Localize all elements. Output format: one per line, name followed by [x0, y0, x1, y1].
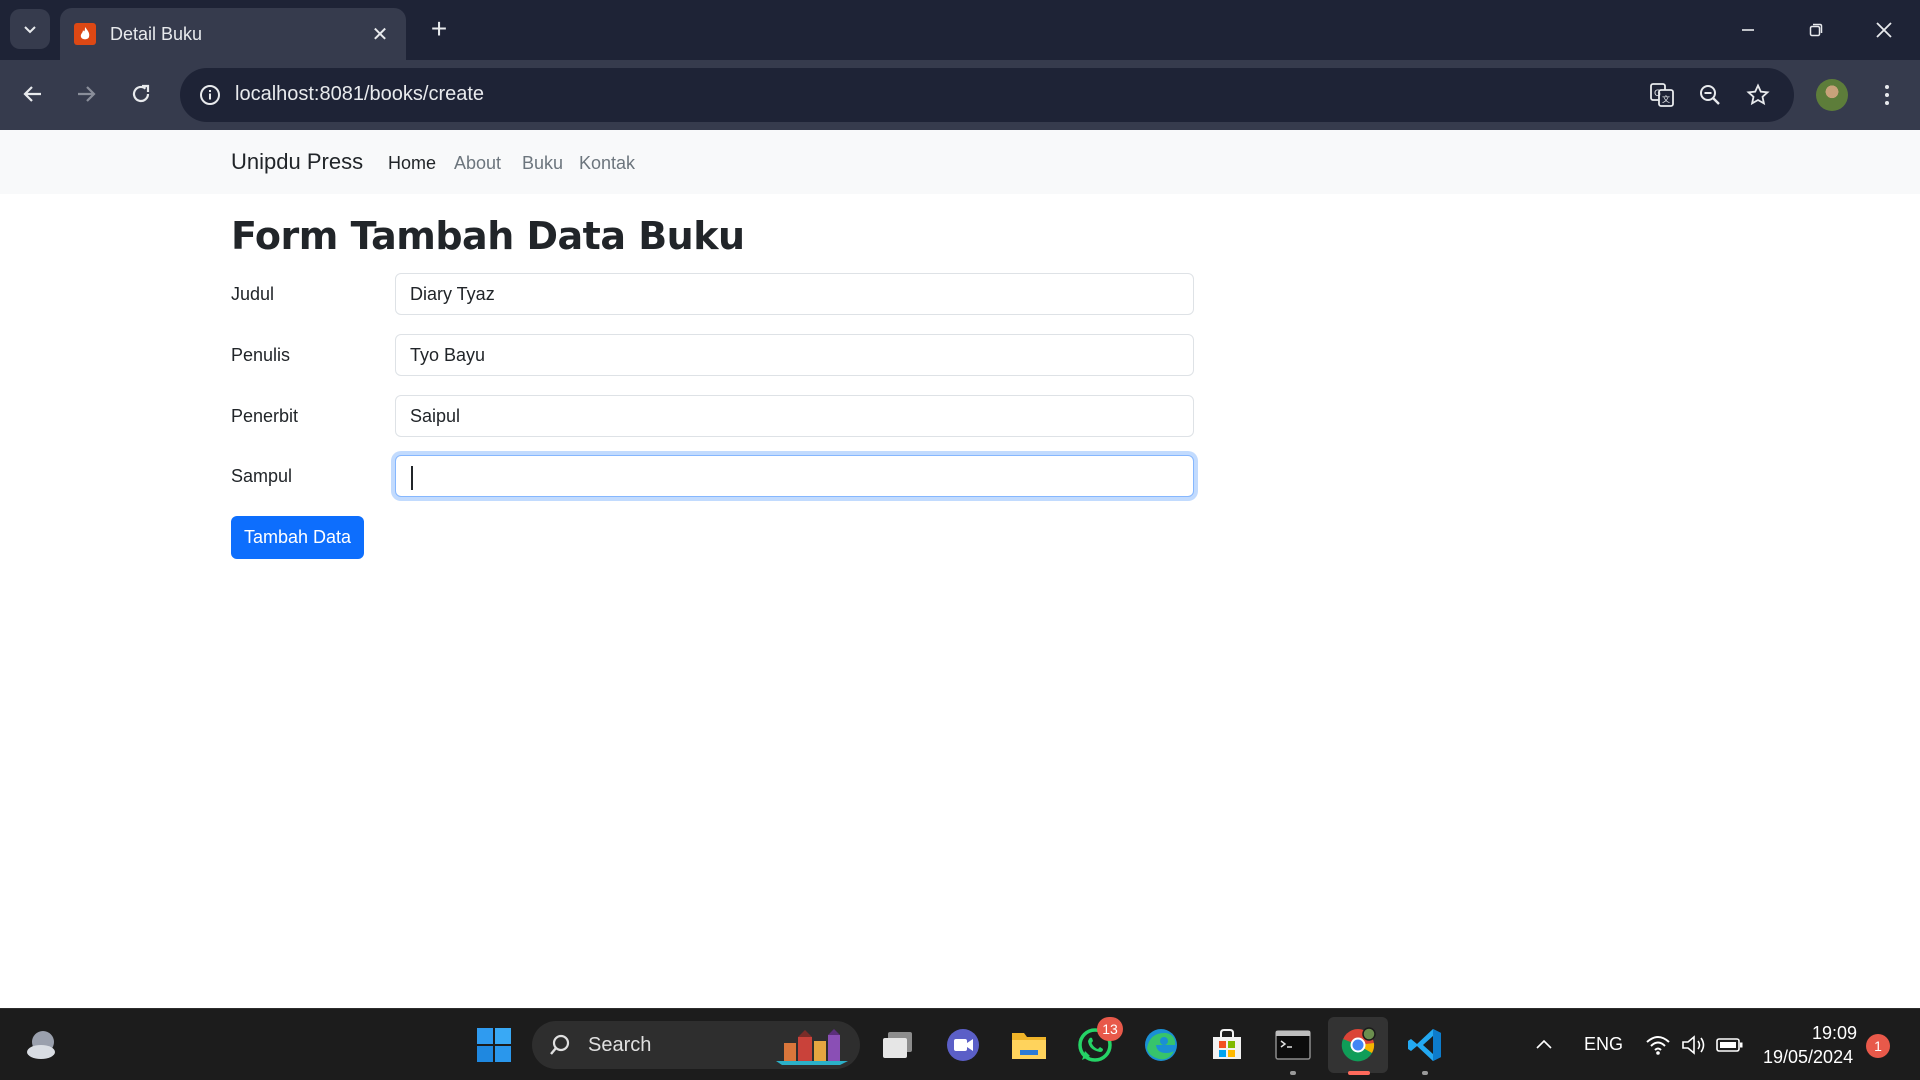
tab-search-button[interactable]: [10, 9, 50, 49]
browser-toolbar: localhost:8081/books/create G文: [0, 60, 1920, 130]
site-info-button[interactable]: [192, 77, 228, 113]
star-icon: [1746, 83, 1770, 106]
start-button[interactable]: [472, 1023, 516, 1067]
penerbit-input[interactable]: [395, 395, 1194, 437]
vscode-icon: [1408, 1029, 1441, 1061]
chrome-button[interactable]: [1328, 1017, 1388, 1073]
microsoft-store-button[interactable]: [1205, 1023, 1249, 1067]
zoom-button[interactable]: [1695, 80, 1725, 110]
clock-date[interactable]: 19/05/2024: [1763, 1047, 1853, 1068]
battery-icon: [1716, 1038, 1743, 1052]
chrome-active-indicator: [1348, 1071, 1370, 1075]
minimize-icon: [1742, 29, 1754, 31]
taskbar-search[interactable]: Search: [532, 1021, 860, 1069]
new-tab-button[interactable]: +: [422, 12, 456, 46]
page-title: Form Tambah Data Buku: [231, 214, 745, 258]
chrome-icon: [1341, 1027, 1376, 1062]
text-caret: [411, 466, 413, 490]
whatsapp-unread-badge: 13: [1097, 1017, 1123, 1041]
nav-link-home[interactable]: Home: [388, 153, 436, 174]
notification-badge[interactable]: 1: [1866, 1034, 1890, 1058]
svg-text:文: 文: [1662, 94, 1670, 104]
label-penulis: Penulis: [231, 345, 291, 365]
minimize-button[interactable]: [1724, 10, 1772, 50]
edge-button[interactable]: [1139, 1023, 1183, 1067]
reload-button[interactable]: [123, 76, 159, 112]
arrow-right-icon: [78, 86, 96, 102]
restore-icon: [1809, 23, 1823, 37]
chevron-down-icon: [24, 26, 36, 34]
browser-menu-button[interactable]: [1872, 78, 1902, 112]
vscode-button[interactable]: [1403, 1023, 1447, 1067]
weather-widget[interactable]: [20, 1023, 64, 1067]
chevron-up-icon: [1536, 1039, 1552, 1049]
arrow-left-icon: [23, 86, 41, 102]
chat-video-icon: [947, 1029, 979, 1061]
terminal-icon: [1275, 1030, 1311, 1060]
language-indicator[interactable]: ENG: [1584, 1034, 1623, 1055]
show-hidden-icons-button[interactable]: [1522, 1023, 1566, 1067]
search-icon: [550, 1034, 570, 1055]
close-icon: [1876, 22, 1892, 38]
penulis-input[interactable]: [395, 334, 1194, 376]
volume-icon: [1682, 1035, 1705, 1055]
sampul-input[interactable]: [395, 455, 1194, 497]
site-navbar: Unipdu Press Home About Buku Kontak: [0, 130, 1920, 194]
task-view-button[interactable]: [876, 1023, 920, 1067]
wifi-icon: [1646, 1036, 1670, 1055]
zoom-out-icon: [1700, 85, 1720, 105]
bookmark-button[interactable]: [1743, 80, 1773, 110]
label-penerbit: Penerbit: [231, 406, 299, 426]
vscode-running-indicator: [1422, 1071, 1428, 1075]
file-explorer-button[interactable]: [1007, 1023, 1051, 1067]
store-icon: [1213, 1029, 1241, 1059]
windows-logo-icon: [477, 1028, 511, 1062]
chat-app-button[interactable]: [941, 1023, 985, 1067]
address-bar[interactable]: localhost:8081/books/create G文: [180, 68, 1794, 122]
edge-icon: [1145, 1029, 1177, 1061]
translate-button[interactable]: G文: [1647, 80, 1677, 110]
translate-icon: G文: [1650, 83, 1674, 107]
browser-tabstrip: Detail Buku ✕ +: [0, 0, 1920, 60]
forward-button[interactable]: [68, 76, 104, 112]
tab-title: Detail Buku: [110, 23, 203, 44]
info-icon: [200, 85, 220, 105]
clock-time[interactable]: 19:09: [1812, 1023, 1857, 1044]
judul-input[interactable]: [395, 273, 1194, 315]
close-window-button[interactable]: [1860, 10, 1908, 50]
navbar-brand[interactable]: Unipdu Press: [231, 149, 363, 175]
close-tab-icon[interactable]: ✕: [368, 22, 392, 47]
search-highlight-icon: [776, 1029, 848, 1065]
folder-icon: [1012, 1033, 1046, 1059]
task-view-icon: [883, 1032, 912, 1058]
browser-tab[interactable]: Detail Buku ✕: [60, 8, 406, 60]
profile-avatar[interactable]: [1816, 79, 1848, 111]
whatsapp-button[interactable]: 13: [1073, 1017, 1123, 1067]
label-sampul: Sampul: [231, 466, 293, 486]
windows-taskbar: Search 13 ENG 19:09 19/05/2024 1: [0, 1008, 1920, 1080]
terminal-running-indicator: [1290, 1071, 1296, 1075]
nav-link-about[interactable]: About: [454, 153, 501, 174]
terminal-button[interactable]: [1271, 1023, 1315, 1067]
battery-status[interactable]: [1708, 1023, 1752, 1067]
search-label: Search: [588, 1034, 652, 1056]
restore-button[interactable]: [1792, 10, 1840, 50]
reload-icon: [132, 84, 150, 103]
url-text: localhost:8081/books/create: [235, 83, 485, 105]
nav-link-kontak[interactable]: Kontak: [579, 153, 635, 174]
label-judul: Judul: [231, 284, 275, 304]
back-button[interactable]: [15, 76, 51, 112]
svg-text:G: G: [1654, 89, 1661, 99]
favicon-icon: [74, 23, 96, 45]
cloud-moon-icon: [27, 1031, 55, 1059]
nav-link-buku[interactable]: Buku: [522, 153, 563, 174]
tambah-data-button[interactable]: Tambah Data: [231, 516, 364, 559]
